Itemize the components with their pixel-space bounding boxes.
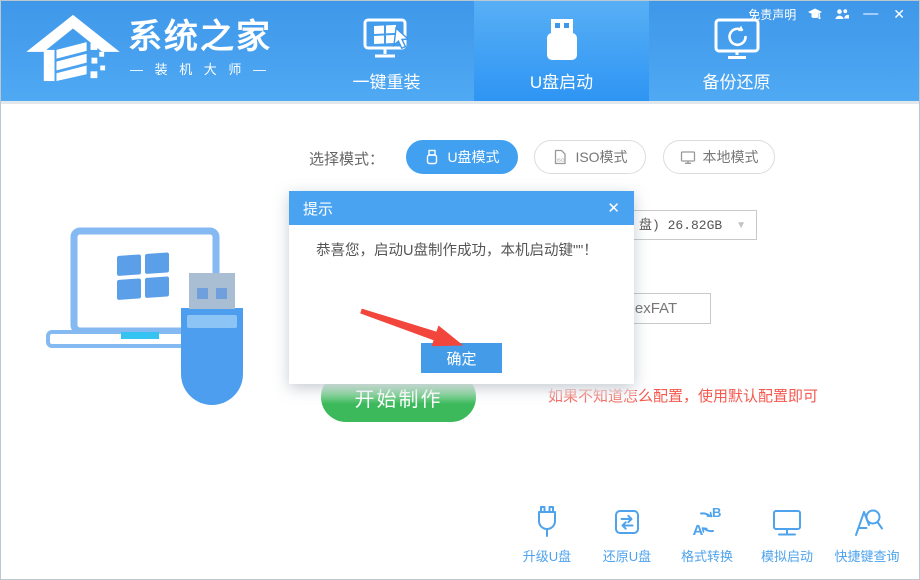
disclaimer-link[interactable]: 免责声明 [748, 6, 796, 23]
users-icon[interactable] [834, 7, 850, 21]
svg-text:ISO: ISO [557, 157, 565, 162]
tab-label: 一键重装 [353, 68, 421, 93]
mode-iso-button[interactable]: ISO ISO模式 [534, 140, 646, 174]
titlebar-controls: 免责声明 — ✕ [748, 6, 907, 22]
tab-label: U盘启动 [530, 68, 593, 93]
laptop-usb-illustration [31, 216, 261, 421]
tab-usb-boot[interactable]: U盘启动 [474, 1, 649, 101]
ok-button[interactable]: 确定 [421, 343, 502, 373]
tool-simulate-boot[interactable]: 模拟启动 [751, 504, 823, 565]
main-tabs: 一键重装 U盘启动 [299, 1, 824, 101]
tool-label: 模拟启动 [761, 546, 813, 565]
format-value: exFAT [635, 300, 677, 317]
logo-house-icon [26, 11, 120, 83]
usb-drive-icon [536, 14, 588, 66]
dialog-message: 恭喜您，启动U盘制作成功，本机启动键""！ [316, 239, 598, 260]
svg-text:B: B [712, 505, 721, 520]
mode-local-button[interactable]: 本地模式 [663, 140, 775, 174]
monitor-windows-cursor-icon [361, 14, 413, 66]
tool-restore-usb[interactable]: 还原U盘 [591, 504, 663, 565]
dialog-shadow-veil [289, 382, 635, 404]
mode-iso-label: ISO模式 [575, 147, 627, 167]
mode-local-label: 本地模式 [703, 147, 759, 167]
tool-label: 升级U盘 [523, 546, 571, 565]
dialog-close-icon[interactable]: ✕ [607, 199, 620, 217]
tool-label: 快捷键查询 [834, 546, 899, 565]
mode-usb-label: U盘模式 [447, 147, 499, 167]
footer-tools: 升级U盘 还原U盘 A B 格式转换 模拟启动 [511, 504, 903, 565]
brand-logo: 系统之家 — 装 机 大 师 — [26, 11, 272, 83]
dialog-title: 提示 [303, 198, 333, 219]
svg-text:A: A [693, 522, 704, 539]
monitor-icon [680, 149, 696, 165]
monitor-icon [769, 504, 805, 540]
brand-subtitle: — 装 机 大 师 — [128, 59, 272, 78]
header: 系统之家 — 装 机 大 师 — 一键重装 [1, 1, 919, 101]
tool-format-convert[interactable]: A B 格式转换 [671, 504, 743, 565]
service-cap-icon[interactable] [807, 7, 823, 21]
tool-shortcut-query[interactable]: 快捷键查询 [831, 504, 903, 565]
usb-icon [424, 149, 440, 165]
restore-arrows-icon [609, 504, 645, 540]
iso-file-icon: ISO [552, 149, 568, 165]
close-button[interactable]: ✕ [891, 6, 907, 23]
tool-label: 格式转换 [681, 546, 733, 565]
search-key-icon [849, 504, 885, 540]
dropdown-caret-icon: ▼ [736, 211, 746, 240]
tool-label: 还原U盘 [603, 546, 651, 565]
a-b-convert-icon: A B [689, 504, 725, 540]
tab-one-key-reinstall[interactable]: 一键重装 [299, 1, 474, 101]
mode-usb-button[interactable]: U盘模式 [406, 140, 518, 174]
minimize-button[interactable]: — [861, 9, 880, 19]
usb-device-value: 盘) 26.82GB [639, 211, 722, 240]
dialog-header: 提示 ✕ [289, 191, 634, 225]
mode-select-label: 选择模式： [309, 148, 384, 169]
tip-dialog: 提示 ✕ 恭喜您，启动U盘制作成功，本机启动键""！ 确定 [289, 191, 634, 384]
header-separator [1, 101, 919, 104]
tool-upgrade-usb[interactable]: 升级U盘 [511, 504, 583, 565]
usb-plug-icon [529, 504, 565, 540]
app-window: 系统之家 — 装 机 大 师 — 一键重装 [0, 0, 920, 580]
brand-title: 系统之家 [128, 17, 272, 57]
tab-label: 备份还原 [703, 68, 771, 93]
